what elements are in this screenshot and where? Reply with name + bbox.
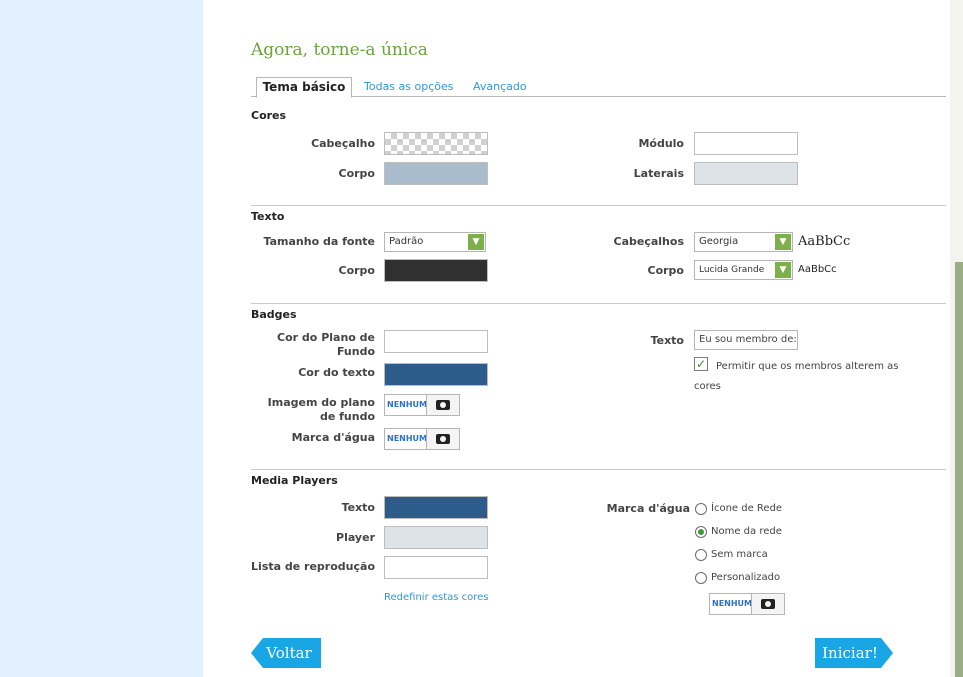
badge-watermark-label: Marca d'água [291,431,375,444]
section-title-text: Texto [251,210,285,223]
badge-bg-image-picker[interactable]: NENHUM [384,394,460,416]
body-font-label: Corpo [647,264,685,277]
text-body-color-swatch[interactable] [384,259,488,282]
start-button[interactable]: Iniciar! [815,638,893,668]
badge-bg-color-swatch[interactable] [384,330,488,353]
left-panel [0,0,203,677]
body-color-label: Corpo [338,167,376,180]
radio-network-name[interactable] [695,526,707,538]
player-color-swatch[interactable] [384,526,488,549]
font-size-value: Padrão [389,236,424,247]
body-color-swatch[interactable] [384,162,488,185]
tab-basic-theme[interactable]: Tema básico [256,77,352,98]
radio-custom-label: Personalizado [711,572,781,583]
media-text-color-label: Texto [341,501,375,514]
headings-font-select[interactable]: Georgia ▼ [694,232,793,252]
camera-icon[interactable] [426,429,459,449]
radio-network-name-label: Nome da rede [711,526,782,537]
body-font-value: Lucida Grande [699,265,765,275]
badge-text-color-swatch[interactable] [384,363,488,386]
reset-colors-link[interactable]: Redefinir estas cores [384,592,489,603]
back-button[interactable]: Voltar [251,638,321,668]
font-size-label: Tamanho da fonte [263,235,375,248]
module-color-swatch[interactable] [694,132,798,155]
section-title-badges: Badges [251,308,297,321]
module-color-label: Módulo [638,137,684,150]
text-body-color-label: Corpo [338,264,376,277]
badge-bg-color-label: Cor do Plano de Fundo [277,331,375,358]
chevron-down-icon: ▼ [775,234,791,250]
section-divider [251,205,946,206]
headings-font-label: Cabeçalhos [613,235,684,248]
media-text-color-swatch[interactable] [384,496,488,519]
sides-color-swatch[interactable] [694,162,798,185]
tabs-divider [251,96,946,97]
tab-advanced[interactable]: Avançado [473,77,527,96]
sides-color-label: Laterais [633,167,684,180]
none-label: NENHUM [712,599,752,608]
media-watermark-picker[interactable]: NENHUM [709,593,785,615]
badge-watermark-picker[interactable]: NENHUM [384,428,460,450]
badge-text-color-label: Cor do texto [298,366,375,379]
headings-font-value: Georgia [699,236,739,247]
playlist-color-label: Lista de reprodução [251,560,375,573]
radio-no-mark-label: Sem marca [711,549,768,560]
section-title-colors: Cores [251,109,287,122]
allow-members-label: Permitir que os membros alterem as cores [694,361,899,392]
playlist-color-swatch[interactable] [384,556,488,579]
header-color-swatch[interactable] [384,132,488,155]
chevron-down-icon: ▼ [775,262,791,278]
page-title: Agora, torne-a única [251,40,428,60]
section-divider [251,303,946,304]
none-label: NENHUM [387,400,427,409]
body-font-preview: AaBbCc [798,264,837,275]
radio-network-icon[interactable] [695,503,707,515]
section-title-media-players: Media Players [251,474,338,487]
right-scrollbar[interactable] [955,262,963,677]
badge-bg-image-label: Imagem do plano de fundo [267,396,375,423]
section-divider [251,469,946,470]
player-color-label: Player [336,531,375,544]
camera-icon[interactable] [426,395,459,415]
headings-font-preview: AaBbCc [798,234,851,249]
badge-text-label: Texto [650,334,684,347]
font-size-select[interactable]: Padrão ▼ [384,232,486,252]
camera-icon[interactable] [751,594,784,614]
badge-text-input[interactable]: Eu sou membro de: [694,330,798,350]
media-watermark-label: Marca d'água [606,502,690,515]
body-font-select[interactable]: Lucida Grande ▼ [694,260,793,280]
header-color-label: Cabeçalho [311,137,375,150]
chevron-down-icon: ▼ [468,234,484,250]
radio-custom[interactable] [695,572,707,584]
none-label: NENHUM [387,434,427,443]
tab-all-options[interactable]: Todas as opções [364,77,454,96]
radio-no-mark[interactable] [695,549,707,561]
radio-network-icon-label: Ícone de Rede [711,503,783,514]
